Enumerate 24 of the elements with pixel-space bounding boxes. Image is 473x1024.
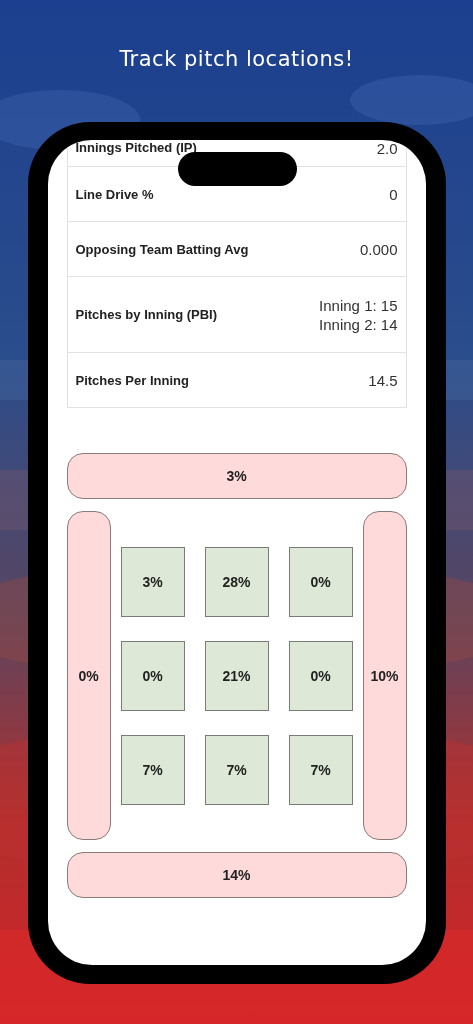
strike-zone-cell: 3% bbox=[120, 546, 185, 617]
strike-zone-cell: 7% bbox=[204, 734, 269, 805]
zone-bottom-area: 14% bbox=[66, 852, 407, 898]
stat-value: 2.0 bbox=[376, 140, 398, 157]
stat-value: 0.000 bbox=[359, 240, 398, 258]
strike-zone-cell: 7% bbox=[120, 734, 185, 805]
strike-zone-cell: 21% bbox=[204, 640, 269, 711]
stat-value: Inning 2: 14 bbox=[319, 315, 398, 333]
stat-value: 0 bbox=[389, 185, 398, 203]
headline: Track pitch locations! bbox=[119, 47, 354, 73]
stat-label: Line Drive % bbox=[75, 186, 154, 202]
strike-zone-cell: 0% bbox=[120, 640, 185, 711]
zone-left-area: 0% bbox=[66, 511, 111, 840]
stat-value: Inning 1: 15 bbox=[319, 296, 398, 314]
zone-right-area: 10% bbox=[362, 511, 407, 840]
strike-zone-cell: 0% bbox=[288, 640, 353, 711]
stat-value: 14.5 bbox=[368, 371, 398, 389]
stat-label: Opposing Team Batting Avg bbox=[75, 241, 249, 257]
strike-zone-cell: 28% bbox=[204, 546, 269, 617]
stat-label: Pitches Per Inning bbox=[75, 372, 189, 388]
stat-label: Pitches by Inning (PBI) bbox=[75, 307, 218, 322]
strike-zone-cell: 0% bbox=[288, 546, 353, 617]
strike-zone-cell: 7% bbox=[288, 734, 353, 805]
zone-top-area: 3% bbox=[66, 453, 407, 499]
